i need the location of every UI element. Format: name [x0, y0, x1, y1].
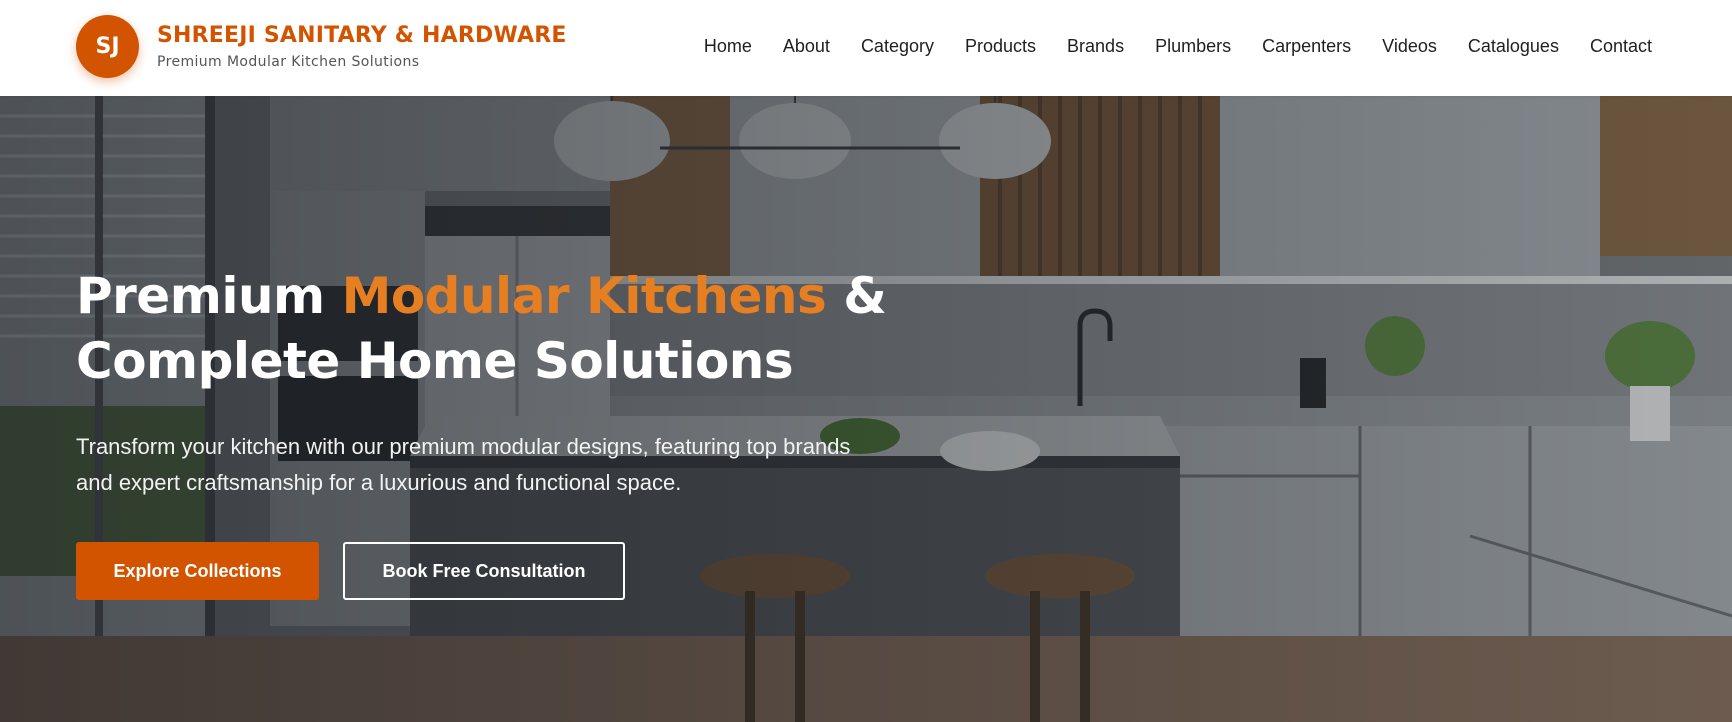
hero-title: Premium Modular Kitchens & Complete Home…: [76, 264, 976, 394]
book-consultation-button[interactable]: Book Free Consultation: [343, 542, 625, 600]
explore-collections-button[interactable]: Explore Collections: [76, 542, 319, 600]
nav-catalogues[interactable]: Catalogues: [1468, 36, 1559, 57]
nav-about[interactable]: About: [783, 36, 830, 57]
hero-content: Premium Modular Kitchens & Complete Home…: [76, 264, 976, 501]
hero-title-part2: &: [826, 267, 887, 325]
nav-home[interactable]: Home: [704, 36, 752, 57]
logo[interactable]: SJ: [76, 15, 139, 78]
nav-category[interactable]: Category: [861, 36, 934, 57]
brand-name[interactable]: SHREEJI SANITARY & HARDWARE: [157, 23, 567, 48]
brand-tagline: Premium Modular Kitchen Solutions: [157, 54, 420, 70]
hero-title-line2: Complete Home Solutions: [76, 332, 794, 390]
brand[interactable]: SJ SHREEJI SANITARY & HARDWARE Premium M…: [76, 15, 567, 78]
hero-title-accent: Modular Kitchens: [341, 267, 827, 325]
main-nav: Home About Category Products Brands Plum…: [673, 0, 1652, 92]
hero-buttons: Explore Collections Book Free Consultati…: [76, 542, 625, 600]
nav-products[interactable]: Products: [965, 36, 1036, 57]
nav-brands[interactable]: Brands: [1067, 36, 1124, 57]
site-header: SJ SHREEJI SANITARY & HARDWARE Premium M…: [0, 0, 1732, 96]
nav-contact[interactable]: Contact: [1590, 36, 1652, 57]
hero-section: Premium Modular Kitchens & Complete Home…: [0, 96, 1732, 722]
hero-title-part1: Premium: [76, 267, 342, 325]
nav-carpenters[interactable]: Carpenters: [1262, 36, 1351, 57]
nav-plumbers[interactable]: Plumbers: [1155, 36, 1231, 57]
hero-subtitle: Transform your kitchen with our premium …: [76, 434, 851, 495]
nav-videos[interactable]: Videos: [1382, 36, 1437, 57]
logo-initials: SJ: [95, 34, 120, 59]
brand-text: SHREEJI SANITARY & HARDWARE Premium Modu…: [157, 23, 567, 70]
